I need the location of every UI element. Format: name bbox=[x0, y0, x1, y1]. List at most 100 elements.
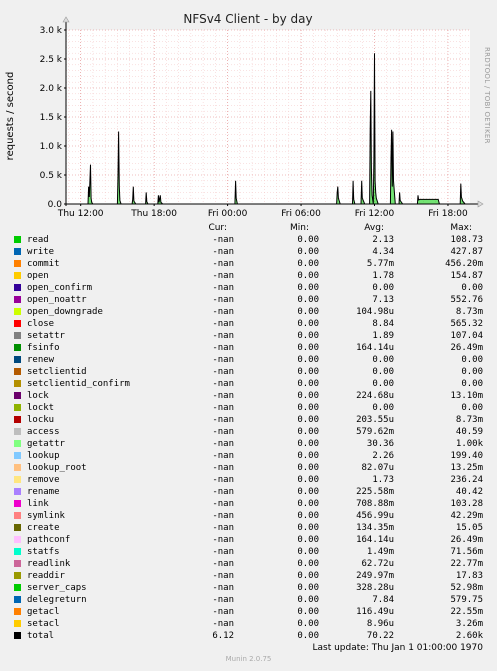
legend-max: 236.24 bbox=[450, 475, 483, 485]
legend-avg: 30.36 bbox=[366, 439, 394, 449]
legend-cur: -nan bbox=[212, 415, 234, 425]
legend-swatch bbox=[14, 260, 21, 267]
legend-max: 3.26m bbox=[455, 619, 483, 629]
y-tick-label: 1.0 k bbox=[40, 142, 63, 152]
rrdtool-watermark: RRDTOOL / TOBI OETIKER bbox=[483, 47, 491, 144]
legend-cur: -nan bbox=[212, 271, 234, 281]
legend-min: 0.00 bbox=[297, 307, 319, 317]
legend-swatch bbox=[14, 524, 21, 531]
legend-header: Cur: Min: Avg: Max: bbox=[10, 222, 490, 234]
legend-swatch bbox=[14, 368, 21, 375]
legend-row-setclientid: setclientid -nan 0.00 0.00 0.00 bbox=[10, 366, 490, 378]
legend-row-getacl: getacl -nan 0.00 116.49u 22.55m bbox=[10, 606, 490, 618]
legend-min: 0.00 bbox=[297, 487, 319, 497]
legend-name: fsinfo bbox=[27, 343, 60, 353]
legend-max: 0.00 bbox=[461, 283, 483, 293]
legend-cur: -nan bbox=[212, 583, 234, 593]
legend-swatch bbox=[14, 284, 21, 291]
legend-min: 0.00 bbox=[297, 439, 319, 449]
legend-cur: -nan bbox=[212, 451, 234, 461]
legend-max: 154.87 bbox=[450, 271, 483, 281]
legend-avg: 1.49m bbox=[366, 547, 394, 557]
legend-row-link: link -nan 0.00 708.88m 103.28 bbox=[10, 498, 490, 510]
legend-avg: 2.13 bbox=[372, 235, 394, 245]
legend-cur: -nan bbox=[212, 511, 234, 521]
legend-max: 40.59 bbox=[455, 427, 483, 437]
legend-name: link bbox=[27, 499, 49, 509]
legend-swatch bbox=[14, 548, 21, 555]
legend-cur: -nan bbox=[212, 439, 234, 449]
legend-name: open_downgrade bbox=[27, 307, 103, 317]
legend-max: 42.29m bbox=[450, 511, 483, 521]
legend-name: access bbox=[27, 427, 60, 437]
legend-avg: 164.14u bbox=[356, 535, 394, 545]
x-tick-label: Fri 12:00 bbox=[355, 209, 395, 219]
legend-row-close: close -nan 0.00 8.84 565.32 bbox=[10, 318, 490, 330]
legend-row-write: write -nan 0.00 4.34 427.87 bbox=[10, 246, 490, 258]
legend-max: 108.73 bbox=[450, 235, 483, 245]
legend-min: 0.00 bbox=[297, 391, 319, 401]
legend-name: lock bbox=[27, 391, 49, 401]
legend-max: 71.56m bbox=[450, 547, 483, 557]
legend-swatch bbox=[14, 308, 21, 315]
legend-swatch bbox=[14, 620, 21, 627]
legend-row-open-downgrade: open_downgrade -nan 0.00 104.98u 8.73m bbox=[10, 306, 490, 318]
legend-avg: 1.73 bbox=[372, 475, 394, 485]
legend-max: 17.83 bbox=[455, 571, 483, 581]
legend-row-remove: remove -nan 0.00 1.73 236.24 bbox=[10, 474, 490, 486]
legend-row-open: open -nan 0.00 1.78 154.87 bbox=[10, 270, 490, 282]
legend-swatch bbox=[14, 320, 21, 327]
legend-cur: -nan bbox=[212, 295, 234, 305]
legend-swatch bbox=[14, 512, 21, 519]
legend-cur: -nan bbox=[212, 307, 234, 317]
legend-cur: -nan bbox=[212, 559, 234, 569]
legend-name: total bbox=[27, 631, 55, 641]
legend-max: 52.98m bbox=[450, 583, 483, 593]
legend-max: 199.40 bbox=[450, 451, 483, 461]
legend-avg: 8.84 bbox=[372, 319, 394, 329]
legend-avg: 70.22 bbox=[366, 631, 394, 641]
legend-name: setclientid_confirm bbox=[27, 379, 130, 389]
legend-name: pathconf bbox=[27, 535, 71, 545]
legend-row-fsinfo: fsinfo -nan 0.00 164.14u 26.49m bbox=[10, 342, 490, 354]
legend-max: 13.10m bbox=[450, 391, 483, 401]
legend-swatch bbox=[14, 500, 21, 507]
legend-min: 0.00 bbox=[297, 511, 319, 521]
legend-name: setclientid bbox=[27, 367, 87, 377]
legend-avg: 1.78 bbox=[372, 271, 394, 281]
legend-swatch bbox=[14, 404, 21, 411]
legend-swatch bbox=[14, 572, 21, 579]
legend-avg: 7.84 bbox=[372, 595, 394, 605]
legend-name: readdir bbox=[27, 571, 65, 581]
legend-swatch bbox=[14, 560, 21, 567]
legend-cur: -nan bbox=[212, 235, 234, 245]
legend-max: 103.28 bbox=[450, 499, 483, 509]
legend-row-access: access -nan 0.00 579.62m 40.59 bbox=[10, 426, 490, 438]
legend-avg: 708.88m bbox=[356, 499, 394, 509]
legend-row-server-caps: server_caps -nan 0.00 328.28u 52.98m bbox=[10, 582, 490, 594]
last-update-text: Last update: Thu Jan 1 01:00:00 1970 bbox=[312, 643, 484, 653]
legend-max: 565.32 bbox=[450, 319, 483, 329]
legend-cur: -nan bbox=[212, 391, 234, 401]
y-axis-label: requests / second bbox=[5, 72, 16, 161]
chart: NFSv4 Client - by day requests / second … bbox=[0, 0, 497, 222]
legend-max: 2.60k bbox=[455, 631, 483, 641]
y-tick-label: 2.0 k bbox=[40, 84, 63, 94]
legend-row-create: create -nan 0.00 134.35m 15.05 bbox=[10, 522, 490, 534]
legend-row-open-noattr: open_noattr -nan 0.00 7.13 552.76 bbox=[10, 294, 490, 306]
legend-avg: 82.07u bbox=[361, 463, 394, 473]
legend-name: symlink bbox=[27, 511, 65, 521]
legend-name: open bbox=[27, 271, 49, 281]
legend-name: read bbox=[27, 235, 49, 245]
legend-swatch bbox=[14, 332, 21, 339]
legend-row-lock: lock -nan 0.00 224.68u 13.10m bbox=[10, 390, 490, 402]
legend-row-statfs: statfs -nan 0.00 1.49m 71.56m bbox=[10, 546, 490, 558]
legend-name: create bbox=[27, 523, 60, 533]
legend-min: 0.00 bbox=[297, 355, 319, 365]
legend-cur: -nan bbox=[212, 595, 234, 605]
legend-min: 0.00 bbox=[297, 475, 319, 485]
x-tick-label: Fri 06:00 bbox=[281, 209, 321, 219]
legend-min: 0.00 bbox=[297, 259, 319, 269]
legend-header-cur: Cur: bbox=[208, 223, 227, 233]
legend-min: 0.00 bbox=[297, 571, 319, 581]
